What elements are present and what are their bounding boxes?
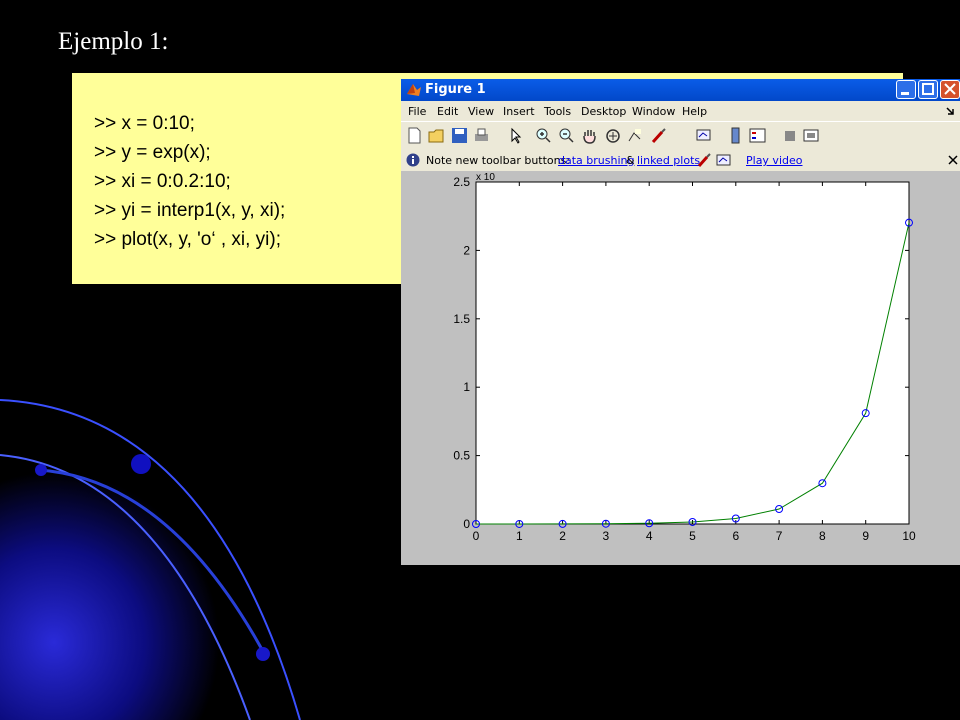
info-icon (406, 153, 420, 167)
dock-arrow-icon[interactable] (945, 106, 955, 116)
code-line: >> xi = 0:0.2:10; (94, 171, 231, 192)
menu-bar: File Edit View Insert Tools Desktop Wind… (401, 101, 960, 121)
rotate-icon[interactable] (604, 127, 621, 144)
x-tick-label: 10 (902, 529, 916, 543)
axes-box (475, 181, 910, 525)
code-line: >> y = exp(x); (94, 142, 211, 163)
minimize-icon (901, 92, 909, 95)
menu-desktop[interactable]: Desktop (581, 105, 626, 118)
zoom-in-icon[interactable] (535, 127, 552, 144)
matlab-logo-icon (407, 84, 421, 96)
hide-plot-tools-icon[interactable] (781, 127, 798, 144)
y-tick-label: 2.5 (453, 175, 470, 189)
brush-icon[interactable] (650, 127, 667, 144)
menu-window[interactable]: Window (632, 105, 675, 118)
colorbar-icon[interactable] (727, 127, 744, 144)
brush-icon (697, 153, 711, 167)
menu-help[interactable]: Help (682, 105, 707, 118)
pointer-icon[interactable] (507, 127, 524, 144)
figure-window: Figure 1 File Edit View Insert Tools Des… (401, 79, 960, 565)
code-line: >> x = 0:10; (94, 113, 195, 134)
exponent-label: x 10 (476, 172, 495, 183)
menu-insert[interactable]: Insert (503, 105, 535, 118)
close-button[interactable] (940, 80, 960, 99)
pan-icon[interactable] (581, 127, 598, 144)
linked-plots-link[interactable]: linked plots (637, 154, 700, 167)
menu-view[interactable]: View (468, 105, 494, 118)
maximize-button[interactable] (918, 80, 938, 99)
data-cursor-icon[interactable] (626, 127, 643, 144)
print-icon[interactable] (473, 127, 490, 144)
decor-dot (131, 454, 151, 474)
x-tick-label: 0 (473, 529, 480, 543)
x-tick-label: 8 (819, 529, 826, 543)
window-title: Figure 1 (425, 82, 486, 97)
x-tick-label: 4 (646, 529, 653, 543)
toolbar-notice: Note new toolbar buttons: data brushing … (401, 150, 960, 171)
window-titlebar[interactable]: Figure 1 (401, 79, 960, 101)
notice-text: Note new toolbar buttons: (426, 154, 571, 167)
link-plot-icon[interactable] (695, 127, 712, 144)
x-tick-label: 9 (862, 529, 869, 543)
menu-tools[interactable]: Tools (544, 105, 571, 118)
decor-dot (256, 647, 270, 661)
menu-file[interactable]: File (408, 105, 426, 118)
plot-area: 0 1 2 3 4 5 6 7 8 9 10 0 0.5 1 1.5 2 2.5 x 10 (401, 171, 960, 565)
code-line: >> yi = interp1(x, y, xi); (94, 200, 286, 221)
x-tick-label: 3 (603, 529, 610, 543)
y-tick-label: 1.5 (453, 312, 470, 326)
y-tick-label: 2 (463, 243, 470, 257)
y-tick-label: 0 (463, 517, 470, 531)
y-tick-label: 0.5 (453, 449, 470, 463)
code-line: >> plot(x, y, 'o‘ , xi, yi); (94, 229, 281, 250)
minimize-button[interactable] (896, 80, 916, 99)
menu-edit[interactable]: Edit (437, 105, 458, 118)
link-plot-icon (716, 154, 731, 166)
x-tick-label: 2 (559, 529, 566, 543)
data-brushing-link[interactable]: data brushing (558, 154, 634, 167)
x-tick-label: 6 (732, 529, 739, 543)
slide-title: Ejemplo 1: (58, 28, 169, 55)
legend-icon[interactable] (749, 127, 766, 144)
y-tick-label: 1 (463, 380, 470, 394)
maximize-icon (922, 83, 934, 95)
x-tick-label: 5 (689, 529, 696, 543)
x-tick-label: 7 (776, 529, 783, 543)
new-figure-icon[interactable] (406, 127, 423, 144)
decor-dot (35, 464, 47, 476)
close-notice-icon[interactable] (948, 155, 958, 165)
open-file-icon[interactable] (428, 127, 445, 144)
show-plot-tools-icon[interactable] (802, 127, 819, 144)
code-listing: >> x = 0:10; >> y = exp(x); >> xi = 0:0.… (94, 109, 285, 254)
figure-toolbar (401, 121, 960, 151)
x-tick-label: 1 (516, 529, 523, 543)
close-icon (944, 83, 956, 95)
notice-ampersand: & (626, 154, 635, 167)
play-video-link[interactable]: Play video (746, 154, 802, 167)
figure-plot: 0 1 2 3 4 5 6 7 8 9 10 0 0.5 1 1.5 2 2.5 x 10 (453, 172, 916, 543)
save-icon[interactable] (451, 127, 468, 144)
zoom-out-icon[interactable] (558, 127, 575, 144)
